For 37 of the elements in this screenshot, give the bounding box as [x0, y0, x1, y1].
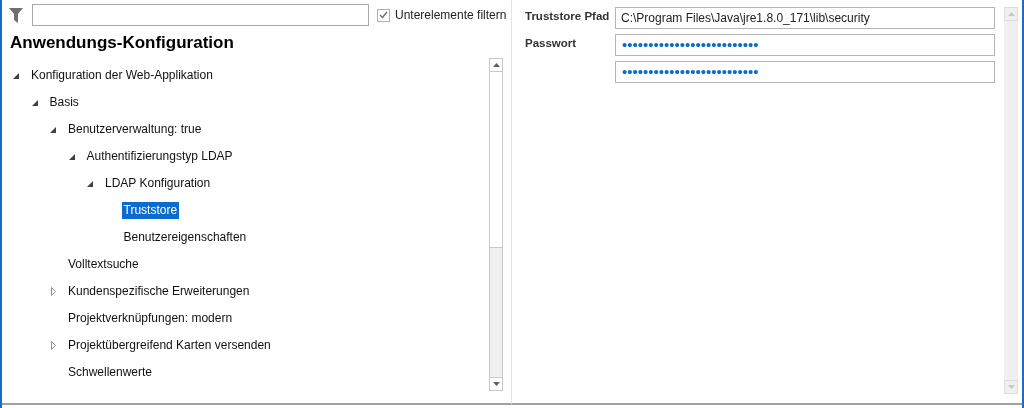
down-arrow-icon — [492, 382, 500, 386]
tree-item[interactable]: Benutzereigenschaften — [121, 229, 249, 246]
tree-item[interactable]: Truststore — [121, 202, 180, 219]
collapsed-icon[interactable] — [50, 287, 56, 296]
scroll-down-button[interactable] — [490, 377, 502, 390]
tree-item[interactable]: Schwellenwerte — [66, 364, 155, 381]
expanded-icon[interactable] — [68, 153, 75, 160]
field-label: Passwort — [525, 36, 578, 51]
filter-icon[interactable] — [8, 6, 24, 24]
checkbox[interactable] — [377, 8, 390, 22]
expanded-icon[interactable] — [31, 99, 38, 106]
expanded-icon[interactable] — [50, 126, 56, 133]
up-arrow-icon — [492, 63, 500, 67]
tree-item[interactable]: LDAP Konfiguration — [103, 175, 213, 192]
tree-item[interactable]: Benutzerverwaltung: true — [66, 121, 204, 138]
tree-item[interactable]: Authentifizierungstyp LDAP — [84, 148, 235, 165]
password-field[interactable]: •••••••••••••••••••••••••• — [615, 34, 995, 56]
scrollbar[interactable] — [489, 58, 503, 391]
tree-item[interactable]: Volltextsuche — [66, 256, 141, 273]
tree-item[interactable]: Projektübergreifend Karten versenden — [66, 337, 273, 354]
field-label: Truststore Pfad — [525, 9, 611, 24]
panel-title: Anwendungs-Konfiguration — [9, 32, 235, 54]
tree-item[interactable]: Projektverknüpfungen: modern — [66, 310, 235, 327]
password-field[interactable]: •••••••••••••••••••••••••• — [615, 61, 995, 83]
up-arrow-icon — [1007, 12, 1015, 16]
filter-field[interactable] — [32, 4, 369, 26]
path-field[interactable]: C:\Program Files\Java\jre1.8.0_171\lib\security — [615, 7, 995, 29]
scroll-up-button[interactable] — [490, 59, 502, 72]
down-arrow-icon — [1007, 385, 1015, 389]
expanded-icon[interactable] — [13, 72, 19, 79]
expanded-icon[interactable] — [87, 180, 93, 187]
checkbox-label: Unterelemente filtern — [395, 7, 507, 24]
scroll-thumb[interactable] — [490, 72, 502, 248]
tree-item[interactable]: Konfiguration der Web-Applikation — [29, 67, 215, 84]
collapsed-icon[interactable] — [50, 341, 56, 350]
tree-item[interactable]: Kundenspezifische Erweiterungen — [66, 283, 252, 300]
tree-item[interactable]: Basis — [47, 94, 81, 111]
